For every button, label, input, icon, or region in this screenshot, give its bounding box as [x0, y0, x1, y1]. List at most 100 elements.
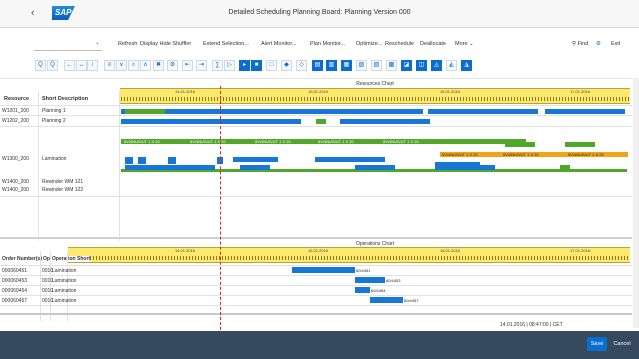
- resource-id[interactable]: W1400_200: [2, 187, 29, 193]
- more-label: More: [455, 41, 468, 47]
- next-icon[interactable]: ▸: [239, 60, 250, 71]
- resource-description: Planning 2: [42, 118, 66, 124]
- resource-id[interactable]: W1202_200: [2, 118, 29, 124]
- row-divider: [0, 275, 632, 276]
- grid-icon[interactable]: ▦: [341, 60, 352, 71]
- optimize-button[interactable]: Optimize...: [356, 41, 382, 47]
- op-column-header[interactable]: Op: [43, 256, 50, 262]
- operation-short-column-header[interactable]: Operation Short: [52, 256, 91, 262]
- resource-column-header[interactable]: Resource: [4, 96, 30, 102]
- play-icon[interactable]: ▷: [224, 60, 235, 71]
- order-number[interactable]: 000060457: [2, 298, 27, 304]
- order-number[interactable]: 000060454: [2, 288, 27, 294]
- divider: [67, 251, 68, 321]
- stop-icon[interactable]: ■: [251, 60, 262, 71]
- grid-icon[interactable]: ▩: [386, 60, 397, 71]
- alert-monitor-button[interactable]: Alert Monitor...: [261, 41, 296, 47]
- schedule-bar[interactable]: [565, 142, 595, 147]
- schedule-bar[interactable]: [316, 119, 326, 124]
- grid-icon[interactable]: ▥: [326, 60, 337, 71]
- schedule-bar[interactable]: [560, 165, 570, 170]
- grid-icon[interactable]: ▧: [356, 60, 367, 71]
- schedule-bar[interactable]: [435, 165, 495, 170]
- divider: [0, 265, 632, 266]
- display-hide-shuffler-button[interactable]: Display Hide Shuffler: [140, 41, 191, 47]
- expand-vertical-icon[interactable]: ↕: [87, 60, 98, 71]
- find-button[interactable]: ⚲ Find: [572, 41, 588, 47]
- schedule-bar[interactable]: [428, 109, 538, 114]
- schedule-bar[interactable]: [138, 157, 146, 164]
- operation-bar[interactable]: [370, 297, 403, 303]
- layout-icon[interactable]: ◬: [431, 60, 442, 71]
- status-bar: 14.01.2016 | 08:47:00 | CET: [500, 322, 563, 328]
- layout-icon[interactable]: ◪: [401, 60, 412, 71]
- layout-icon[interactable]: ◫: [416, 60, 427, 71]
- schedule-bar[interactable]: [315, 157, 385, 162]
- zoom-in-icon[interactable]: Q: [35, 60, 46, 71]
- operation-bar[interactable]: [355, 277, 385, 283]
- schedule-bar[interactable]: [125, 165, 215, 170]
- cancel-button[interactable]: Cancel: [609, 337, 635, 351]
- delete-icon[interactable]: ✖: [153, 60, 164, 71]
- last-icon[interactable]: ⇥: [196, 60, 207, 71]
- first-icon[interactable]: ⇤: [182, 60, 193, 71]
- resource-id[interactable]: W1201_200: [2, 108, 29, 114]
- diamond-outline-icon[interactable]: ◇: [296, 60, 307, 71]
- operations-date-label: 15.01.2016: [308, 248, 329, 253]
- order-number[interactable]: 000060453: [2, 278, 27, 284]
- exit-button[interactable]: Exit: [611, 41, 620, 47]
- grid-icon[interactable]: ▨: [371, 60, 382, 71]
- operation-bar[interactable]: [355, 287, 370, 293]
- arrow-left-icon[interactable]: ←: [64, 60, 75, 71]
- horizontal-scrollbar[interactable]: [0, 313, 632, 315]
- refresh-button[interactable]: Refresh: [118, 41, 137, 47]
- more-button[interactable]: More ⌄: [455, 41, 474, 47]
- search-icon[interactable]: ⌕: [128, 60, 139, 71]
- schedule-bar[interactable]: [168, 157, 176, 164]
- resource-id[interactable]: W1400_200: [2, 179, 29, 185]
- divider: [0, 105, 632, 106]
- list-icon[interactable]: ≡: [104, 60, 115, 71]
- row-divider: [0, 126, 632, 127]
- schedule-bar[interactable]: [505, 142, 535, 147]
- layout-icon[interactable]: ◭: [446, 60, 457, 71]
- schedule-bar[interactable]: [355, 165, 395, 170]
- grid-icon[interactable]: ▤: [312, 60, 323, 71]
- operation-bar-label: 60/4453: [386, 278, 401, 283]
- resource-id[interactable]: W1300_200: [2, 156, 29, 162]
- app-title: Detailed Scheduling Planning Board: Plan…: [228, 9, 411, 16]
- save-button[interactable]: Save: [587, 337, 607, 351]
- extend-selection-button[interactable]: Extend Selection...: [203, 41, 249, 47]
- schedule-bar[interactable]: [121, 109, 423, 114]
- operation-bar[interactable]: [292, 267, 355, 273]
- vertical-scrollbar[interactable]: [633, 78, 639, 328]
- schedule-bar[interactable]: [233, 157, 278, 162]
- schedule-bar[interactable]: [125, 157, 133, 164]
- deallocate-button[interactable]: Deallocate: [420, 41, 446, 47]
- zoom-out-icon[interactable]: Q: [47, 60, 58, 71]
- schedule-bar[interactable]: [545, 109, 625, 114]
- expand-icon[interactable]: ∧: [140, 60, 151, 71]
- description-column-header[interactable]: Short Description: [42, 96, 89, 102]
- settings-icon[interactable]: ⚙: [596, 41, 601, 47]
- plan-monitor-button[interactable]: Plan Monitor...: [310, 41, 345, 47]
- variant-select[interactable]: ⌄: [34, 40, 102, 51]
- layout-icon[interactable]: ◮: [461, 60, 472, 71]
- schedule-bar[interactable]: [240, 165, 270, 170]
- order-number[interactable]: 000060451: [2, 268, 27, 274]
- schedule-bar[interactable]: [121, 119, 301, 124]
- schedule-bar[interactable]: [340, 119, 430, 124]
- sum-icon[interactable]: ∑: [212, 60, 223, 71]
- divider: [38, 91, 39, 241]
- reschedule-button[interactable]: Reschedule: [385, 41, 414, 47]
- pane-splitter[interactable]: [0, 237, 632, 239]
- schedule-bar[interactable]: [125, 109, 165, 114]
- order-column-header[interactable]: Order Number(s): [2, 256, 43, 262]
- expand-horizontal-icon[interactable]: ↔: [76, 60, 87, 71]
- settings-icon[interactable]: ⚙: [167, 60, 178, 71]
- collapse-icon[interactable]: ∨: [116, 60, 127, 71]
- footer-bar: [0, 331, 639, 359]
- square-icon[interactable]: □: [266, 60, 277, 71]
- shell-bar: ‹ SAP Detailed Scheduling Planning Board…: [0, 0, 639, 28]
- diamond-icon[interactable]: ◆: [281, 60, 292, 71]
